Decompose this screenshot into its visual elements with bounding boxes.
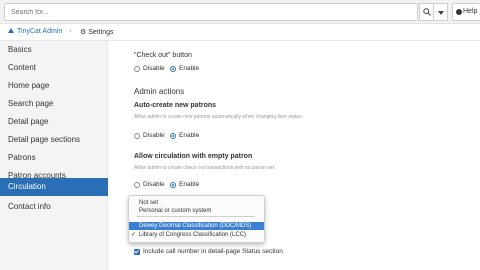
gear-icon: ⚙	[80, 29, 89, 36]
dropdown-option-personal[interactable]: Personal or custom system	[129, 207, 264, 215]
settings-sidebar: Basics Content Home page Search page Det…	[0, 41, 108, 270]
breadcrumb-current: ⚙ Settings	[80, 28, 114, 36]
call-number-label: Include call number in detail-page Statu…	[143, 248, 283, 255]
checkout-button-label: "Check out" button	[134, 52, 192, 59]
checkout-enable-label: Enable	[179, 65, 200, 72]
auto-create-disable-label: Disable	[143, 132, 165, 139]
admin-actions-heading: Admin actions	[134, 87, 185, 96]
sidebar-item-content[interactable]: Content	[0, 59, 108, 77]
breadcrumb: TinyCat Admin › ⚙ Settings	[0, 24, 480, 41]
checkmark-icon: ✓	[131, 232, 137, 238]
tinycat-logo-icon	[8, 28, 14, 33]
help-button[interactable]: Help	[452, 3, 480, 21]
checkout-enable-radio[interactable]	[170, 66, 176, 72]
empty-patron-enable-label: Enable	[179, 181, 200, 188]
empty-patron-help: Allow admin to create check-out transact…	[134, 165, 276, 171]
search-input[interactable]	[4, 3, 418, 21]
sidebar-item-detail-page-sections[interactable]: Detail page sections	[0, 131, 108, 149]
help-label: Help	[463, 8, 478, 15]
dropdown-option-dewey[interactable]: Dewey Decimal Classification (DDC/MDS)	[129, 222, 264, 230]
sidebar-item-patrons[interactable]: Patrons	[0, 149, 108, 167]
checkout-disable-radio[interactable]	[134, 66, 140, 72]
caret-down-icon	[438, 11, 444, 15]
auto-create-disable-radio[interactable]	[134, 133, 140, 139]
sidebar-item-search-page[interactable]: Search page	[0, 95, 108, 113]
empty-patron-label: Allow circulation with empty patron	[134, 153, 253, 160]
sidebar-item-basics[interactable]: Basics	[0, 41, 108, 59]
sidebar-item-contact-info[interactable]: Contact info	[0, 198, 108, 216]
empty-patron-enable-radio[interactable]	[170, 182, 176, 188]
top-search-bar: Help	[0, 0, 480, 24]
help-icon	[456, 9, 462, 15]
auto-create-label: Auto-create new patrons	[134, 102, 217, 109]
sidebar-item-home-page[interactable]: Home page	[0, 77, 108, 95]
breadcrumb-current-label: Settings	[88, 29, 114, 36]
auto-create-enable-radio[interactable]	[170, 133, 176, 139]
classification-dropdown-menu: Not set Personal or custom system Dewey …	[128, 195, 265, 243]
dropdown-option-lcc-label: Library of Congress Classification (LCC)	[139, 232, 247, 238]
dropdown-option-not-set[interactable]: Not set	[129, 199, 264, 207]
auto-create-enable-label: Enable	[179, 132, 200, 139]
checkout-disable-label: Disable	[143, 65, 165, 72]
search-icon	[423, 8, 431, 16]
breadcrumb-home-label: TinyCat Admin	[17, 28, 63, 35]
empty-patron-disable-radio[interactable]	[134, 182, 140, 188]
empty-patron-disable-label: Disable	[143, 181, 165, 188]
search-button[interactable]	[419, 3, 434, 21]
auto-create-help: Allow admin to create new patrons automa…	[134, 114, 303, 120]
sidebar-item-circulation[interactable]: Circulation	[0, 178, 108, 196]
sidebar-item-detail-page[interactable]: Detail page	[0, 113, 108, 131]
search-options-dropdown[interactable]	[434, 3, 448, 21]
dropdown-divider	[137, 216, 255, 217]
breadcrumb-separator: ›	[69, 28, 72, 35]
call-number-checkbox[interactable]	[134, 249, 140, 255]
dropdown-option-lcc[interactable]: ✓ Library of Congress Classification (LCC…	[129, 231, 264, 239]
breadcrumb-home[interactable]: TinyCat Admin	[8, 28, 62, 35]
